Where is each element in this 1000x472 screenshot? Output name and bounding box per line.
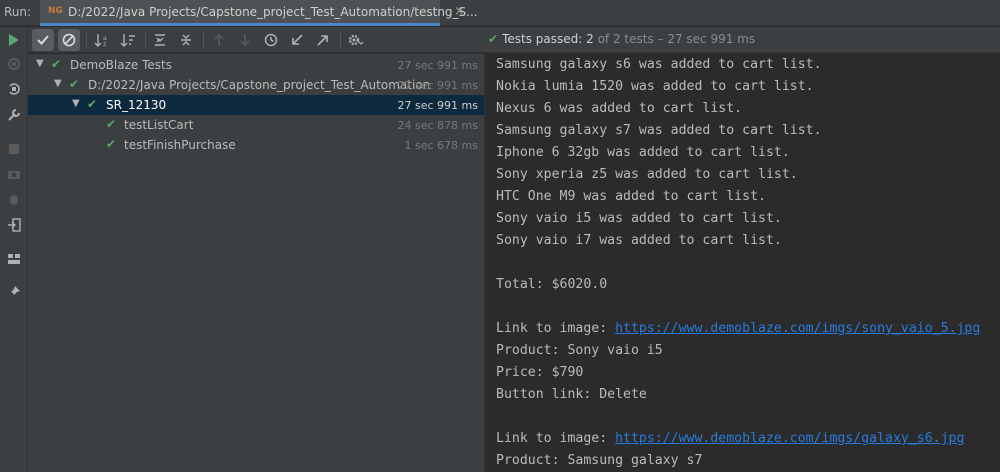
passed-check-icon: ✔ xyxy=(51,57,62,71)
console-line: Sony xperia z5 was added to cart list. xyxy=(496,167,798,182)
test-status-bar: ✔ Tests passed: 2 of 2 tests – 27 sec 991… xyxy=(484,27,1000,53)
tree-node-suite[interactable]: ▼ ✔ DemoBlaze Tests 27 sec 991 ms xyxy=(28,55,484,75)
tree-node-duration: 27 sec 991 ms xyxy=(397,59,478,72)
show-ignored-icon[interactable] xyxy=(58,29,80,51)
console-line: Samsung galaxy s7 was added to cart list… xyxy=(496,123,822,138)
debug-icon[interactable] xyxy=(4,189,24,209)
show-passed-icon[interactable] xyxy=(32,29,54,51)
run-label: Run: xyxy=(4,5,32,19)
sort-alphabetically-icon[interactable]: az xyxy=(91,29,113,51)
test-history-icon[interactable] xyxy=(260,29,282,51)
expand-all-icon[interactable] xyxy=(149,29,171,51)
console-output[interactable]: Samsung galaxy s6 was added to cart list… xyxy=(485,54,1000,472)
link-label: Link to image: xyxy=(496,431,616,446)
toggle-auto-test-icon[interactable] xyxy=(4,79,24,99)
console-line: Price: $790 xyxy=(496,365,584,380)
console-line: Iphone 6 32gb was added to cart list. xyxy=(496,145,790,160)
image-link[interactable]: https://www.demoblaze.com/imgs/galaxy_s6… xyxy=(615,431,964,446)
previous-failed-icon[interactable] xyxy=(208,29,230,51)
test-runner-toolbar: az xyxy=(28,27,484,53)
console-line: Button link: Delete xyxy=(496,387,647,402)
tree-node-label: DemoBlaze Tests xyxy=(70,58,172,72)
stop-icon[interactable] xyxy=(4,139,24,159)
import-tests-icon[interactable] xyxy=(286,29,308,51)
link-label: Link to image: xyxy=(496,321,616,336)
console-line: Total: $6020.0 xyxy=(496,277,608,292)
tests-passed-label: Tests passed: xyxy=(502,32,583,46)
run-tab[interactable]: NG D:/2022/Java Projects/Capstone_projec… xyxy=(40,0,478,26)
tests-passed-count: 2 xyxy=(586,32,594,46)
testng-icon: NG xyxy=(48,6,63,16)
tests-passed-summary: of 2 tests – 27 sec 991 ms xyxy=(597,32,756,46)
run-side-toolbar xyxy=(0,27,28,472)
rerun-icon[interactable] xyxy=(4,30,24,50)
tree-node-label: testListCart xyxy=(124,118,194,132)
settings-wrench-icon[interactable] xyxy=(4,105,24,125)
gear-icon[interactable] xyxy=(345,29,367,51)
console-line-link: Link to image: https://www.demoblaze.com… xyxy=(496,321,980,343)
layout-icon[interactable] xyxy=(4,249,24,269)
tree-node-class[interactable]: ▼ ✔ SR_12130 27 sec 991 ms xyxy=(28,95,484,115)
chevron-down-icon[interactable]: ▼ xyxy=(54,78,62,89)
tree-node-duration: 24 sec 878 ms xyxy=(397,119,478,132)
tree-node-label: D:/2022/Java Projects/Capstone_project_T… xyxy=(88,78,431,92)
svg-text:z: z xyxy=(103,41,106,47)
console-line: Sony vaio i5 was added to cart list. xyxy=(496,211,782,226)
tree-node-duration: 27 sec 991 ms xyxy=(397,99,478,112)
run-tool-window-header: Run: NG D:/2022/Java Projects/Capstone_p… xyxy=(0,0,1000,26)
exit-icon[interactable] xyxy=(4,215,24,235)
console-line: Product: Samsung galaxy s7 xyxy=(496,453,703,468)
passed-check-icon: ✔ xyxy=(69,77,80,91)
passed-check-icon: ✔ xyxy=(106,137,117,151)
collapse-all-icon[interactable] xyxy=(175,29,197,51)
chevron-down-icon[interactable]: ▼ xyxy=(36,58,44,69)
tree-node-test[interactable]: ▼ ✔ D:/2022/Java Projects/Capstone_proje… xyxy=(28,75,484,95)
tests-passed-status: ✔ Tests passed: 2 of 2 tests – 27 sec 991… xyxy=(488,32,755,46)
run-tab-title: D:/2022/Java Projects/Capstone_project_T… xyxy=(68,5,478,19)
tree-node-label: SR_12130 xyxy=(106,98,167,112)
tree-node-label: testFinishPurchase xyxy=(124,138,236,152)
console-line: Samsung galaxy s6 was added to cart list… xyxy=(496,57,822,72)
next-failed-icon[interactable] xyxy=(234,29,256,51)
tree-node-method[interactable]: ✔ testFinishPurchase 1 sec 678 ms xyxy=(28,135,484,155)
tree-node-duration: 1 sec 678 ms xyxy=(404,139,478,152)
tree-node-duration: 27 sec 991 ms xyxy=(397,79,478,92)
console-line: Nexus 6 was added to cart list. xyxy=(496,101,743,116)
pin-icon[interactable] xyxy=(4,282,24,302)
console-line-link: Link to image: https://www.demoblaze.com… xyxy=(496,431,964,453)
close-icon[interactable]: × xyxy=(454,4,465,19)
passed-check-icon: ✔ xyxy=(106,117,117,131)
sort-by-duration-icon[interactable] xyxy=(117,29,139,51)
rerun-failed-icon[interactable] xyxy=(4,54,24,74)
passed-check-icon: ✔ xyxy=(87,97,98,111)
console-line: HTC One M9 was added to cart list. xyxy=(496,189,766,204)
test-results-tree: ▼ ✔ DemoBlaze Tests 27 sec 991 ms ▼ ✔ D:… xyxy=(28,54,484,472)
export-tests-icon[interactable] xyxy=(312,29,334,51)
chevron-down-icon[interactable]: ▼ xyxy=(72,98,80,109)
console-line: Product: Sony vaio i5 xyxy=(496,343,663,358)
camera-icon[interactable] xyxy=(4,164,24,184)
image-link[interactable]: https://www.demoblaze.com/imgs/sony_vaio… xyxy=(615,321,980,336)
console-line: Sony vaio i7 was added to cart list. xyxy=(496,233,782,248)
check-icon: ✔ xyxy=(488,32,499,46)
console-line: Nokia lumia 1520 was added to cart list. xyxy=(496,79,814,94)
tree-node-method[interactable]: ✔ testListCart 24 sec 878 ms xyxy=(28,115,484,135)
